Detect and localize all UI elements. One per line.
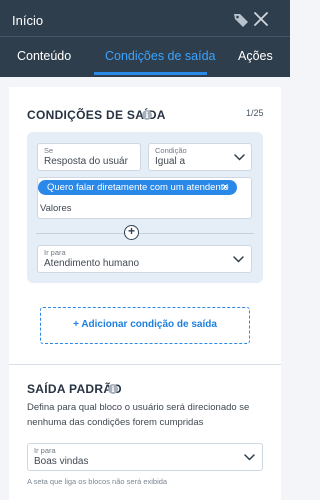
tag-icon[interactable] [233, 12, 249, 28]
condition-subject-select[interactable]: Se Resposta do usuário [37, 143, 141, 171]
remove-chip-icon[interactable]: ✕ [221, 180, 229, 195]
condition-operator-label: Condição [155, 146, 187, 155]
info-icon[interactable]: i [108, 384, 118, 394]
close-icon[interactable] [254, 12, 268, 26]
default-goto-value: Boas vindas [34, 456, 89, 467]
chevron-down-icon [233, 256, 244, 263]
plus-divider [36, 233, 254, 234]
condition-subject-value: Resposta do usuário [44, 156, 128, 167]
default-exit-hint: A seta que liga os blocos não será exibi… [27, 477, 168, 486]
section-divider [9, 364, 281, 365]
chevron-down-icon [234, 154, 245, 161]
value-chip-label: Quero falar diretamente com um atendente [47, 182, 229, 193]
add-exit-condition-button[interactable]: + Adicionar condição de saída [40, 307, 250, 344]
goto-block-value: Atendimento humano [44, 258, 140, 269]
block-title: Início [12, 13, 44, 28]
default-goto-select[interactable]: Ir para Boas vindas [27, 443, 263, 471]
add-operand-button[interactable]: + [124, 225, 139, 240]
tab-acoes[interactable]: Ações [238, 49, 273, 63]
header-divider [0, 36, 290, 37]
active-tab-indicator [94, 72, 207, 75]
condition-subject-label: Se [44, 146, 54, 155]
default-exit-description: Defina para qual bloco o usuário será di… [27, 402, 250, 428]
goto-block-label: Ir para [44, 248, 66, 257]
value-chip[interactable]: Quero falar diretamente com um atendente… [38, 180, 237, 195]
conditions-counter: 1/25 [246, 108, 264, 118]
default-goto-label: Ir para [34, 446, 56, 455]
condition-operator-select[interactable]: Condição Igual a [148, 143, 252, 171]
tab-condicoes-de-saida[interactable]: Condições de saída [105, 49, 216, 63]
tab-conteudo[interactable]: Conteúdo [17, 49, 71, 63]
condition-operator-value: Igual a [155, 156, 186, 167]
values-placeholder: Valores [40, 203, 72, 214]
goto-block-select[interactable]: Ir para Atendimento humano [37, 245, 252, 273]
editor-header: Início Conteúdo Condições de saída Ações [0, 0, 290, 77]
info-icon[interactable]: i [142, 110, 152, 120]
chevron-down-icon [244, 454, 255, 461]
